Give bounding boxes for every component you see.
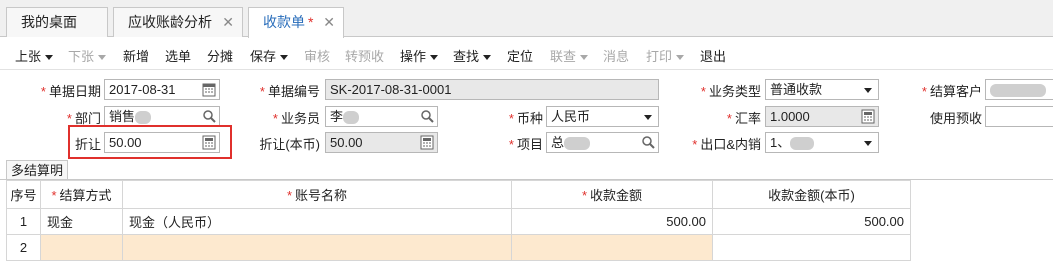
table-cell[interactable]: 现金 <box>40 208 123 235</box>
chevron-down-icon <box>483 55 492 61</box>
table-cell[interactable]: 现金（人民币） <box>122 208 512 235</box>
rate-label: * 汇率 <box>726 111 761 126</box>
export-domestic-select[interactable]: 1、 <box>765 132 879 153</box>
tab-settlement-detail[interactable]: 多结算明细 <box>6 160 68 197</box>
doc-no-label: * 单据编号 <box>259 84 320 99</box>
column-header[interactable]: * 收款金额 <box>511 180 713 209</box>
use-prepay-label: 使用预收 <box>929 111 982 126</box>
use-prepay-field[interactable] <box>985 106 1053 127</box>
table-row[interactable]: 1 现金 现金（人民币） 500.00 500.00 <box>6 208 911 235</box>
chevron-down-icon <box>580 55 589 61</box>
doc-no-field[interactable]: SK-2017-08-31-0001 <box>325 79 659 100</box>
link-query-button[interactable]: 联查 <box>550 46 589 65</box>
export-domestic-label: * 出口&内销 <box>692 137 761 152</box>
biz-type-select[interactable]: 普通收款 <box>765 79 879 100</box>
redacted-text <box>135 111 152 125</box>
modified-indicator: * <box>308 14 314 30</box>
column-header[interactable]: * 账号名称 <box>122 180 512 209</box>
rate-field[interactable]: 1.0000 <box>765 106 879 127</box>
discount-base-field[interactable]: 50.00 <box>325 132 438 153</box>
tab-label: 收款单 <box>263 14 305 30</box>
close-icon[interactable]: ✕ <box>222 8 234 36</box>
column-header[interactable]: 收款金额(本币) <box>712 180 911 209</box>
table-cell[interactable] <box>511 234 713 261</box>
search-icon[interactable] <box>202 109 216 124</box>
settlement-table: 序号 * 结算方式 * 账号名称 * 收款金额 收款金额(本币) 1 现金 现金（人民… <box>6 180 911 261</box>
table-cell[interactable]: 500.00 <box>511 208 713 235</box>
tab-my-desktop[interactable]: 我的桌面 <box>6 7 108 37</box>
table-cell[interactable] <box>40 234 123 261</box>
table-cell[interactable] <box>122 234 512 261</box>
find-button[interactable]: 查找 <box>453 46 492 65</box>
table-row[interactable]: 2 <box>6 234 911 261</box>
exit-button[interactable]: 退出 <box>700 46 726 65</box>
doc-date-label: * 单据日期 <box>40 84 101 99</box>
chevron-down-icon <box>98 55 107 61</box>
chevron-down-icon <box>676 55 685 61</box>
row-number: 1 <box>6 208 41 235</box>
highlight-box <box>68 125 232 159</box>
allocate-button[interactable]: 分摊 <box>207 46 233 65</box>
tab-bar: 我的桌面 应收账龄分析 ✕ 收款单 * ✕ <box>0 0 1053 38</box>
tab-aging-analysis[interactable]: 应收账龄分析 ✕ <box>113 7 243 37</box>
column-header[interactable]: * 结算方式 <box>40 180 123 209</box>
dept-field[interactable]: 销售 <box>104 106 220 127</box>
to-prepay-button[interactable]: 转预收 <box>345 46 384 65</box>
operation-button[interactable]: 操作 <box>400 46 439 65</box>
audit-button[interactable]: 审核 <box>304 46 330 65</box>
close-icon[interactable]: ✕ <box>323 8 335 36</box>
column-header[interactable]: 序号 <box>6 180 41 209</box>
table-header-row: 序号 * 结算方式 * 账号名称 * 收款金额 收款金额(本币) <box>6 180 911 209</box>
search-icon[interactable] <box>641 135 655 150</box>
redacted-text <box>990 84 1046 98</box>
table-cell[interactable] <box>712 234 911 261</box>
chevron-down-icon <box>644 115 652 120</box>
project-field[interactable]: 总 <box>546 132 659 153</box>
message-button[interactable]: 消息 <box>603 46 629 65</box>
salesman-label: * 业务员 <box>272 111 320 126</box>
chevron-down-icon <box>45 55 54 61</box>
salesman-field[interactable]: 李 <box>325 106 438 127</box>
currency-select[interactable]: 人民币 <box>546 106 659 127</box>
chevron-down-icon <box>430 55 439 61</box>
project-label: * 项目 <box>508 137 543 152</box>
toolbar: 上张 下张 新增 选单 分摊 保存 审核 转预收 操作 查找 定位 联查 消息 … <box>0 38 1053 70</box>
chevron-down-icon <box>864 141 872 146</box>
biz-type-label: * 业务类型 <box>700 84 761 99</box>
discount-base-label: 折让(本币) <box>259 137 320 152</box>
tab-receipt[interactable]: 收款单 * ✕ <box>248 7 344 38</box>
redacted-text <box>790 137 815 151</box>
redacted-text <box>343 111 360 125</box>
next-button[interactable]: 下张 <box>68 46 107 65</box>
locate-button[interactable]: 定位 <box>507 46 533 65</box>
calculator-icon[interactable] <box>420 135 434 150</box>
settle-customer-field[interactable] <box>985 79 1053 100</box>
redacted-text <box>564 137 591 151</box>
search-icon[interactable] <box>420 109 434 124</box>
tab-label: 我的桌面 <box>21 14 77 30</box>
chevron-down-icon <box>280 55 289 61</box>
doc-date-field[interactable]: 2017-08-31 <box>104 79 220 100</box>
calendar-icon[interactable] <box>202 82 216 97</box>
select-doc-button[interactable]: 选单 <box>165 46 191 65</box>
prev-button[interactable]: 上张 <box>15 46 54 65</box>
print-button[interactable]: 打印 <box>646 46 685 65</box>
save-button[interactable]: 保存 <box>250 46 289 65</box>
tab-label: 应收账龄分析 <box>128 14 212 30</box>
new-button[interactable]: 新增 <box>123 46 149 65</box>
settle-customer-label: * 结算客户 <box>921 84 982 99</box>
calculator-icon[interactable] <box>861 109 875 124</box>
chevron-down-icon <box>864 88 872 93</box>
table-cell[interactable]: 500.00 <box>712 208 911 235</box>
row-number: 2 <box>6 234 41 261</box>
currency-label: * 币种 <box>508 111 543 126</box>
